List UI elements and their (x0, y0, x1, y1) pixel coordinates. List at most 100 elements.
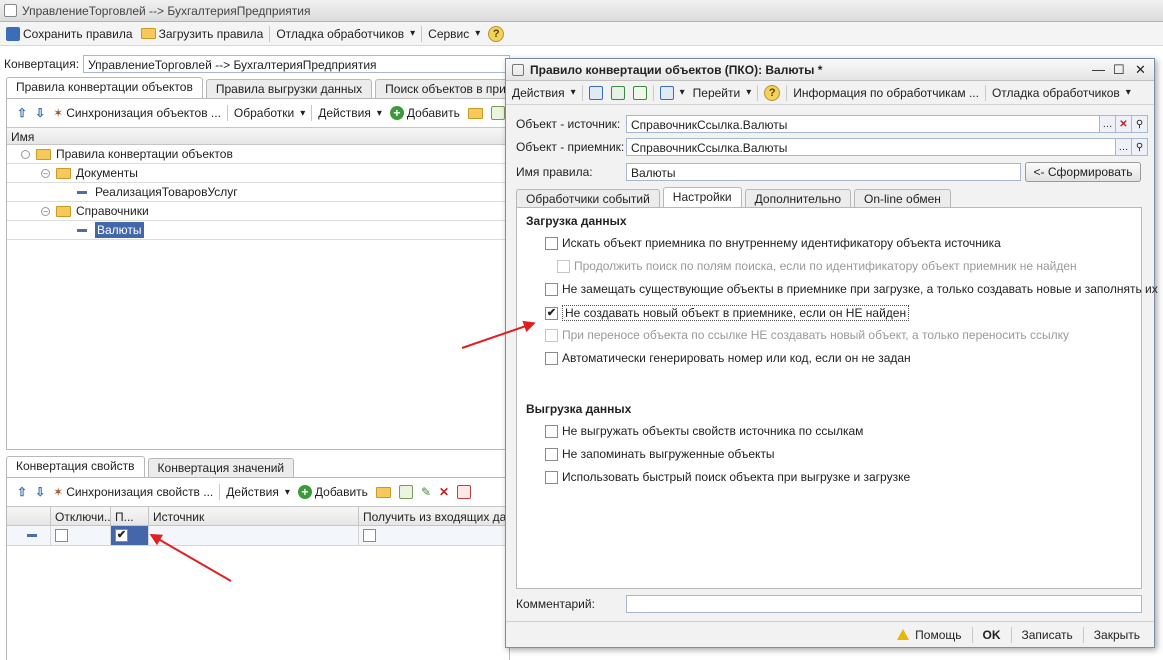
open-folder-icon (140, 28, 156, 39)
processing-menu[interactable]: Обработки (230, 103, 309, 123)
checkbox[interactable] (545, 282, 558, 296)
edit-icon[interactable]: ✎ (417, 482, 435, 502)
tab-event-handlers[interactable]: Обработчики событий (516, 189, 660, 208)
option-label: Не создавать новый объект в приемнике, е… (562, 305, 910, 321)
save-close-icon[interactable] (585, 83, 607, 103)
p-checkbox[interactable]: ✔ (115, 529, 128, 542)
close-icon[interactable]: ✕ (1135, 62, 1146, 78)
move-down-icon[interactable]: ⇩ (31, 482, 49, 502)
service-menu[interactable]: Сервис (424, 24, 484, 44)
save-rules-button[interactable]: Сохранить правила (2, 24, 137, 44)
move-up-icon[interactable]: ⇧ (13, 103, 31, 123)
move-up-icon[interactable]: ⇧ (13, 482, 31, 502)
checkbox[interactable] (545, 470, 558, 484)
minimize-icon[interactable]: — (1092, 62, 1105, 77)
refresh-icon[interactable] (607, 83, 629, 103)
tab-settings[interactable]: Настройки (662, 187, 742, 208)
handlers-info-button[interactable]: Информация по обработчикам ... (789, 83, 983, 103)
option-do-not-create-new[interactable]: ✔ Не создавать новый объект в приемнике,… (545, 305, 910, 321)
footer-help-button[interactable]: Помощь (893, 628, 966, 642)
option-no-export-refs[interactable]: Не выгружать объекты свойств источника п… (545, 424, 863, 438)
sync-objects-button[interactable]: ✶ Синхронизация объектов ... (49, 103, 225, 123)
debug-handlers-menu[interactable]: Отладка обработчиков (272, 24, 419, 44)
checkbox[interactable] (545, 447, 558, 461)
col-header-p[interactable]: П... (111, 507, 149, 525)
dialog-actions-menu[interactable]: Действия (508, 83, 580, 103)
checkbox[interactable] (545, 351, 558, 365)
dialog-debug-menu[interactable]: Отладка обработчиков (988, 83, 1135, 103)
get-from-incoming-checkbox[interactable] (363, 529, 376, 542)
checkbox[interactable] (545, 424, 558, 438)
tab-data-export-rules[interactable]: Правила выгрузки данных (205, 79, 373, 98)
rule-name-row: Имя правила: Валюты <- Сформировать (516, 162, 1141, 182)
add-folder-icon[interactable] (464, 103, 487, 123)
source-select-button[interactable]: … (1100, 115, 1116, 133)
checkbox[interactable] (557, 259, 570, 273)
maximize-icon[interactable]: ☐ (1113, 62, 1125, 78)
option-search-by-id[interactable]: Искать объект приемника по внутреннему и… (545, 236, 1001, 250)
collapse-icon[interactable]: – (41, 168, 50, 178)
comment-field[interactable] (626, 595, 1142, 613)
option-transfer-ref-only[interactable]: При переносе объекта по ссылке НЕ создав… (545, 328, 1069, 342)
props-actions-menu[interactable]: Действия (222, 482, 294, 502)
option-auto-generate-code[interactable]: Автоматически генерировать номер или код… (545, 351, 911, 365)
disabled-checkbox-cell[interactable] (51, 526, 111, 545)
tab-value-conversion[interactable]: Конвертация значений (147, 458, 295, 477)
target-select-button[interactable]: … (1116, 138, 1132, 156)
move-down-icon[interactable]: ⇩ (31, 103, 49, 123)
tab-property-conversion[interactable]: Конвертация свойств (6, 456, 145, 477)
tree-row-root[interactable]: Правила конвертации объектов (7, 145, 509, 164)
col-header-get-from-incoming[interactable]: Получить из входящих данны (359, 507, 509, 525)
tree-row-documents[interactable]: – Документы (7, 164, 509, 183)
add-folder-icon[interactable] (372, 482, 395, 502)
option-fast-search[interactable]: Использовать быстрый поиск объекта при в… (545, 470, 910, 484)
disabled-checkbox[interactable] (55, 529, 68, 542)
option-no-remember-exported[interactable]: Не запоминать выгруженные объекты (545, 447, 775, 461)
tree-row-sales[interactable]: РеализацияТоваровУслуг (7, 183, 509, 202)
disable-icon[interactable] (453, 482, 475, 502)
load-rules-button[interactable]: Загрузить правила (137, 24, 268, 44)
copy-icon[interactable] (395, 482, 417, 502)
tree-row-currencies[interactable]: Валюты (7, 221, 509, 240)
source-field[interactable]: СправочникСсылка.Валюты (626, 115, 1100, 133)
checkbox[interactable] (545, 328, 558, 342)
save-button[interactable]: Записать (1018, 628, 1077, 642)
tab-online-exchange[interactable]: On-line обмен (854, 189, 951, 208)
add-rule-button[interactable]: + Добавить (386, 103, 464, 123)
tab-additional[interactable]: Дополнительно (744, 189, 852, 208)
tree-row-catalogs[interactable]: – Справочники (7, 202, 509, 221)
option-continue-search[interactable]: Продолжить поиск по полям поиска, если п… (557, 259, 1077, 273)
dialog-help-button[interactable]: ? (760, 83, 784, 103)
generate-button[interactable]: <- Сформировать (1025, 162, 1141, 182)
table-row[interactable]: ✔ (7, 526, 509, 546)
sync-properties-button[interactable]: ✶ Синхронизация свойств ... (49, 482, 217, 502)
help-button[interactable]: ? (484, 24, 508, 44)
collapse-icon[interactable] (21, 149, 30, 159)
conversion-rule-dialog: Правило конвертации объектов (ПКО): Валю… (505, 58, 1158, 648)
source-search-icon[interactable]: ⚲ (1132, 115, 1148, 133)
navigate-icon[interactable] (656, 83, 689, 103)
conversion-field[interactable]: УправлениеТорговлей --> БухгалтерияПредп… (83, 55, 510, 73)
p-checkbox-cell[interactable]: ✔ (111, 526, 149, 545)
get-from-incoming-cell[interactable] (359, 526, 509, 545)
copy-icon[interactable] (629, 83, 651, 103)
tree-column-header[interactable]: Имя (7, 127, 509, 145)
target-search-icon[interactable]: ⚲ (1132, 138, 1148, 156)
col-header-source[interactable]: Источник (149, 507, 359, 525)
close-button[interactable]: Закрыть (1090, 628, 1144, 642)
option-do-not-replace[interactable]: Не замещать существующие объекты в прием… (545, 282, 1158, 296)
tree-actions-menu[interactable]: Действия (314, 103, 386, 123)
target-field[interactable]: СправочникСсылка.Валюты (626, 138, 1116, 156)
delete-icon[interactable]: ✕ (435, 482, 453, 502)
add-property-button[interactable]: + Добавить (294, 482, 372, 502)
source-clear-icon[interactable]: ✕ (1116, 115, 1132, 133)
checkbox[interactable] (545, 236, 558, 250)
checkbox-checked[interactable]: ✔ (545, 306, 558, 320)
ok-button[interactable]: OK (979, 628, 1005, 642)
col-header-disabled[interactable]: Отключи... (51, 507, 111, 525)
tab-object-conversion-rules[interactable]: Правила конвертации объектов (6, 77, 203, 98)
go-menu[interactable]: Перейти (689, 83, 756, 103)
source-cell[interactable] (149, 526, 359, 545)
rule-name-field[interactable]: Валюты (626, 163, 1021, 181)
collapse-icon[interactable]: – (41, 206, 50, 216)
